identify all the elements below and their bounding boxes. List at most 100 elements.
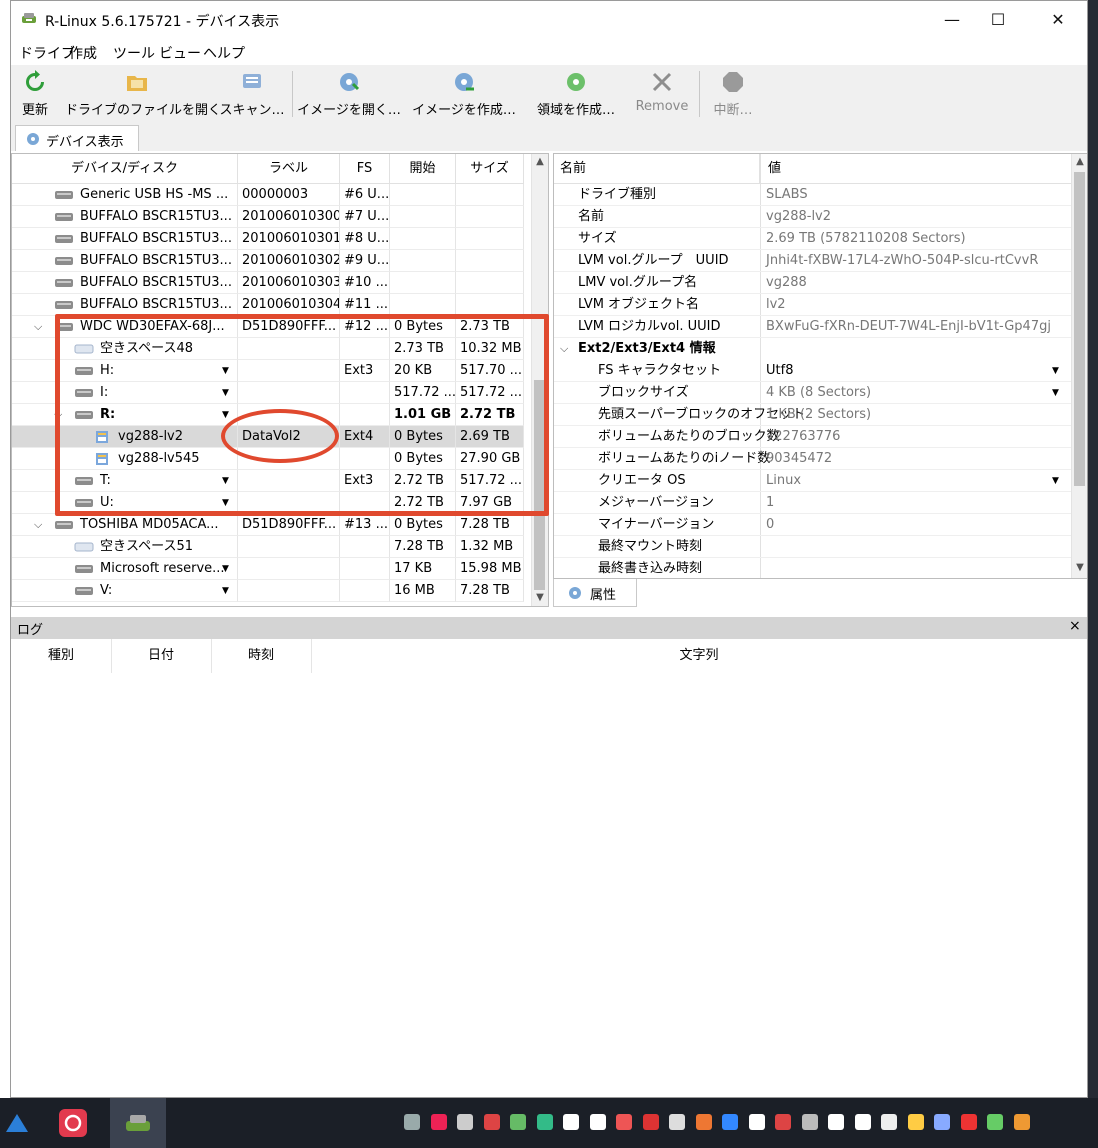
table-row[interactable]: BUFFALO BSCR15TU3... 201006010300 #7 U...: [12, 206, 524, 228]
log-column-time[interactable]: 時刻: [211, 639, 312, 673]
property-row[interactable]: ボリュームあたりのiノード数 90345472: [554, 448, 1072, 470]
log-column-date[interactable]: 日付: [111, 639, 212, 673]
property-row[interactable]: 名前 vg288-lv2: [554, 206, 1072, 228]
r-linux-taskbar-button[interactable]: [110, 1098, 166, 1148]
close-button[interactable]: ✕: [1035, 1, 1081, 39]
dropdown-arrow-icon[interactable]: ▼: [222, 580, 229, 601]
tab-properties[interactable]: 属性: [553, 579, 637, 607]
column-header-start[interactable]: 開始: [390, 154, 456, 184]
column-header-device[interactable]: デバイス/ディスク: [12, 154, 238, 184]
property-row[interactable]: クリエータ OS Linux ▼: [554, 470, 1072, 492]
creative-cloud-taskbar-button[interactable]: [58, 1108, 88, 1138]
tray-icon[interactable]: [881, 1114, 897, 1130]
scroll-up-arrow-icon[interactable]: ▲: [1072, 154, 1087, 170]
create-region-button[interactable]: 領域を作成…: [529, 65, 623, 123]
column-header-value[interactable]: 値: [760, 154, 1072, 184]
scroll-down-arrow-icon[interactable]: ▼: [532, 590, 548, 606]
table-row[interactable]: BUFFALO BSCR15TU3... 201006010301 #8 U...: [12, 228, 524, 250]
property-row[interactable]: 最終マウント時刻: [554, 536, 1072, 558]
table-row[interactable]: BUFFALO BSCR15TU3... 201006010304 #11 ...: [12, 294, 524, 316]
column-header-label[interactable]: ラベル: [238, 154, 340, 184]
tray-icon[interactable]: [430, 1114, 447, 1130]
menu-create[interactable]: 作成: [69, 43, 97, 63]
tray-icon[interactable]: [457, 1114, 473, 1130]
property-row[interactable]: サイズ 2.69 TB (5782110208 Sectors): [554, 228, 1072, 250]
property-row[interactable]: ドライブ種別 SLABS: [554, 184, 1072, 206]
tray-icon[interactable]: [642, 1114, 659, 1130]
scroll-down-arrow-icon[interactable]: ▼: [1072, 560, 1087, 576]
refresh-button[interactable]: 更新: [13, 65, 57, 123]
collapse-chevron-icon[interactable]: ⌵: [560, 338, 568, 360]
column-header-name[interactable]: 名前: [554, 154, 760, 184]
properties-scrollbar[interactable]: ▲ ▼: [1071, 154, 1087, 578]
table-row[interactable]: 空きスペース51 7.28 TB 1.32 MB: [12, 536, 524, 558]
tray-icon[interactable]: [510, 1114, 526, 1130]
tray-icon[interactable]: [722, 1114, 738, 1130]
dropdown-arrow-icon[interactable]: ▼: [1052, 470, 1059, 492]
open-drive-files-button[interactable]: ドライブのファイルを開く: [65, 65, 221, 123]
tray-icon[interactable]: [563, 1114, 579, 1130]
column-header-fs[interactable]: FS: [340, 154, 390, 184]
menu-tools[interactable]: ツール: [113, 43, 155, 63]
scrollbar-thumb[interactable]: [1074, 172, 1085, 486]
tray-icon[interactable]: [934, 1114, 950, 1130]
menu-drive[interactable]: ドライブ: [19, 43, 75, 63]
table-row[interactable]: BUFFALO BSCR15TU3... 201006010303 #10 ...: [12, 272, 524, 294]
scroll-up-arrow-icon[interactable]: ▲: [532, 154, 548, 170]
property-row[interactable]: マイナーバージョン 0: [554, 514, 1072, 536]
tray-icon[interactable]: [775, 1114, 791, 1130]
table-row[interactable]: Microsoft reserve... ▼ 17 KB 15.98 MB: [12, 558, 524, 580]
log-column-text[interactable]: 文字列: [311, 639, 1087, 673]
log-close-icon[interactable]: ×: [1069, 618, 1081, 634]
create-image-button[interactable]: イメージを作成…: [409, 65, 519, 123]
property-row[interactable]: LVM オブジェクト名 lv2: [554, 294, 1072, 316]
tray-icon[interactable]: [960, 1114, 977, 1130]
minimize-button[interactable]: —: [929, 1, 975, 39]
tab-device-view[interactable]: デバイス表示: [15, 125, 139, 151]
tray-icon[interactable]: [987, 1114, 1003, 1130]
property-row[interactable]: LVM ロジカルvol. UUID BXwFuG-fXRn-DEUT-7W4L-E…: [554, 316, 1072, 338]
device-start-cell: [390, 294, 456, 316]
tray-icon[interactable]: [536, 1114, 553, 1130]
tray-icon[interactable]: [907, 1114, 924, 1130]
start-button[interactable]: [0, 1098, 48, 1148]
table-row[interactable]: Generic USB HS -MS ... 00000003 #6 U...: [12, 184, 524, 206]
menu-help[interactable]: ヘルプ: [203, 43, 245, 63]
tray-icon[interactable]: [828, 1114, 844, 1130]
property-row[interactable]: ボリュームあたりのブロック数 722763776: [554, 426, 1072, 448]
property-row[interactable]: ブロックサイズ 4 KB (8 Sectors) ▼: [554, 382, 1072, 404]
stop-button[interactable]: 中断…: [705, 65, 761, 123]
tray-icon[interactable]: [669, 1114, 685, 1130]
property-row[interactable]: 先頭スーパーブロックのオフセット 1 KB (2 Sectors): [554, 404, 1072, 426]
dropdown-arrow-icon[interactable]: ▼: [1052, 360, 1059, 382]
property-row[interactable]: メジャーバージョン 1: [554, 492, 1072, 514]
dropdown-arrow-icon[interactable]: ▼: [222, 558, 229, 579]
property-row[interactable]: FS キャラクタセット Utf8 ▼: [554, 360, 1072, 382]
expand-chevron-icon[interactable]: ⌵: [34, 514, 42, 535]
tray-icon[interactable]: [404, 1114, 420, 1130]
log-column-type[interactable]: 種別: [11, 639, 112, 673]
maximize-button[interactable]: ☐: [975, 1, 1021, 39]
tray-icon[interactable]: [854, 1114, 871, 1130]
tray-icon[interactable]: [695, 1114, 712, 1130]
property-row[interactable]: LMV vol.グループ名 vg288: [554, 272, 1072, 294]
open-image-button[interactable]: イメージを開く…: [297, 65, 401, 123]
tray-icon[interactable]: [616, 1114, 632, 1130]
column-header-size[interactable]: サイズ: [456, 154, 524, 184]
tray-icon[interactable]: [1013, 1114, 1030, 1130]
remove-button[interactable]: Remove: [631, 65, 693, 123]
tray-icon[interactable]: [801, 1114, 818, 1130]
table-row[interactable]: BUFFALO BSCR15TU3... 201006010302 #9 U...: [12, 250, 524, 272]
dropdown-arrow-icon[interactable]: ▼: [1052, 382, 1059, 404]
expand-chevron-icon[interactable]: ⌵: [34, 316, 42, 337]
table-row[interactable]: ⌵ TOSHIBA MD05ACA... D51D890FFF... #13 ... 0…: [12, 514, 524, 536]
scan-button[interactable]: スキャン…: [217, 65, 287, 123]
property-row[interactable]: LVM vol.グループ UUID Jnhi4t-fXBW-17L4-zWhO-5…: [554, 250, 1072, 272]
tray-icon[interactable]: [589, 1114, 606, 1130]
property-row[interactable]: 最終書き込み時刻: [554, 558, 1072, 578]
menu-view[interactable]: ビュー: [159, 43, 201, 63]
tray-icon[interactable]: [748, 1114, 765, 1130]
table-row[interactable]: V: ▼ 16 MB 7.28 TB: [12, 580, 524, 602]
property-row[interactable]: ⌵ Ext2/Ext3/Ext4 情報: [554, 338, 1072, 360]
tray-icon[interactable]: [483, 1114, 500, 1130]
